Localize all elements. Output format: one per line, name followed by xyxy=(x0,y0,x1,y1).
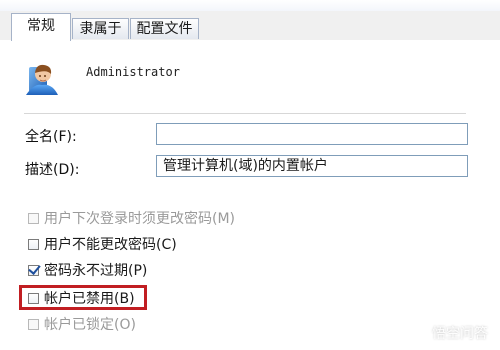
check-circle-icon xyxy=(409,324,427,342)
must-change-password-checkbox xyxy=(28,213,39,224)
account-locked-checkbox xyxy=(28,319,39,330)
account-disabled-option[interactable]: 帐户已禁用(B) xyxy=(28,290,135,308)
description-label: 描述(D): xyxy=(25,162,80,178)
cannot-change-password-label: 用户不能更改密码(C) xyxy=(44,237,177,253)
password-never-expires-option[interactable]: 密码永不过期(P) xyxy=(28,262,147,280)
must-change-password-option: 用户下次登录时须更改密码(M) xyxy=(28,210,235,228)
account-name: Administrator xyxy=(86,65,180,79)
properties-tab-bar: 常规 隶属于 配置文件 xyxy=(0,11,500,41)
full-name-label: 全名(F): xyxy=(25,129,77,145)
tab-profile[interactable]: 配置文件 xyxy=(130,18,199,39)
watermark: 悟空问答 xyxy=(409,323,488,343)
cannot-change-password-option[interactable]: 用户不能更改密码(C) xyxy=(28,236,177,254)
account-locked-option: 帐户已锁定(O) xyxy=(28,316,136,334)
must-change-password-label: 用户下次登录时须更改密码(M) xyxy=(44,211,236,227)
description-input[interactable]: 管理计算机(域)的内置帐户 xyxy=(156,155,468,177)
cannot-change-password-checkbox[interactable] xyxy=(28,239,39,250)
password-never-expires-label: 密码永不过期(P) xyxy=(44,263,148,279)
full-name-input[interactable] xyxy=(156,123,468,145)
account-disabled-label: 帐户已禁用(B) xyxy=(44,291,135,307)
watermark-text: 悟空问答 xyxy=(432,326,488,342)
account-locked-label: 帐户已锁定(O) xyxy=(44,317,136,333)
user-properties-window: 常规 隶属于 配置文件 Administrator 全名(F): 描述(D): … xyxy=(0,0,500,350)
tab-member-of[interactable]: 隶属于 xyxy=(72,18,129,39)
window-top-strip xyxy=(0,0,500,11)
section-divider xyxy=(24,113,466,114)
checkmark-icon xyxy=(28,262,41,275)
account-disabled-checkbox[interactable] xyxy=(28,293,39,304)
password-never-expires-checkbox[interactable] xyxy=(28,262,41,276)
general-tab-panel: Administrator 全名(F): 描述(D): 管理计算机(域)的内置帐… xyxy=(0,40,500,350)
tab-general[interactable]: 常规 xyxy=(11,13,71,41)
user-icon xyxy=(26,64,58,95)
